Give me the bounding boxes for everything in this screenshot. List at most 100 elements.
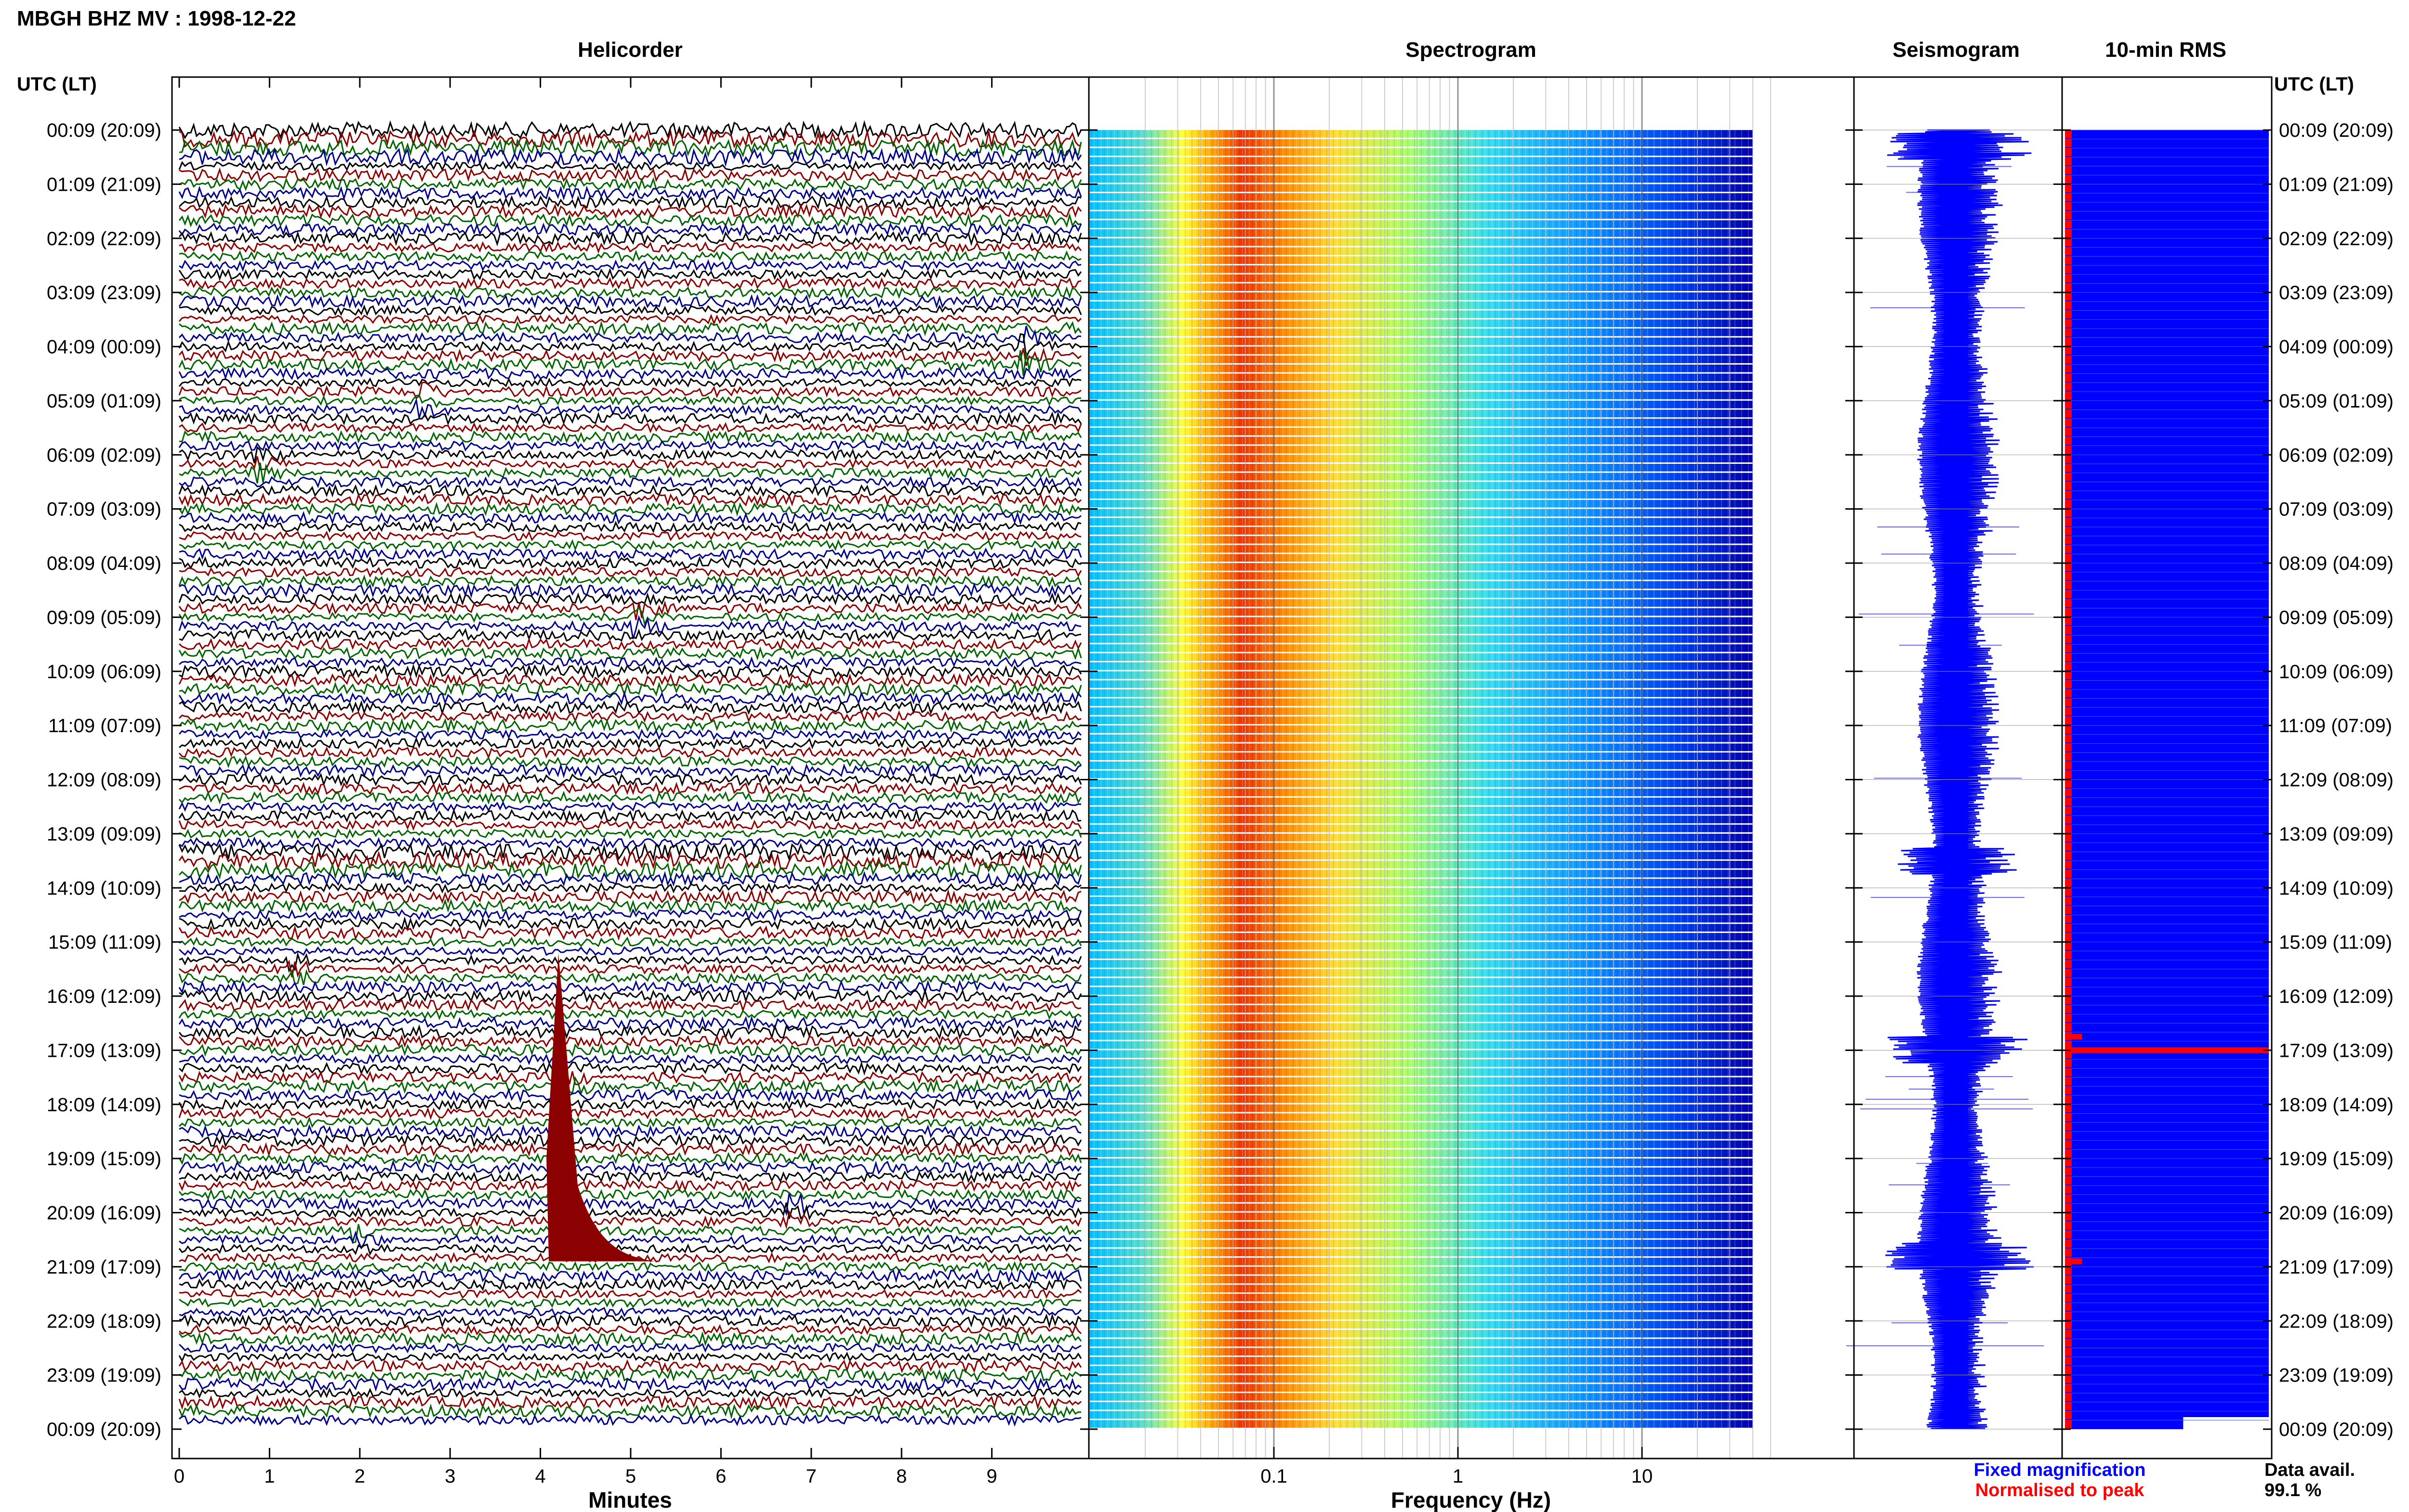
rms-normalised-bar <box>2065 400 2072 409</box>
time-tick-label-right: 14:09 (10:09) <box>2279 878 2394 899</box>
time-tick-label-left: 00:09 (20:09) <box>47 1419 161 1440</box>
rms-normalised-bar <box>2065 869 2072 878</box>
rms-normalised-bar <box>2065 698 2072 707</box>
rms-normalised-bar <box>2065 1140 2072 1149</box>
helicorder-trace <box>179 304 1082 316</box>
helicorder-trace <box>178 1179 1082 1193</box>
helicorder-xtick-label: 3 <box>445 1466 455 1487</box>
rms-normalised-bar <box>2065 536 2072 544</box>
helicorder-xtick-label: 6 <box>715 1466 726 1487</box>
helicorder-trace <box>179 1053 1082 1065</box>
rms-normalised-bar <box>2065 906 2072 914</box>
rms-normalised-bar <box>2065 825 2072 833</box>
spectrogram-panel <box>1088 76 1855 1459</box>
helicorder-trace <box>179 871 1082 887</box>
helicorder-trace <box>179 456 1082 471</box>
time-tick-label-right: 20:09 (16:09) <box>2279 1203 2394 1224</box>
rms-normalised-bar <box>2065 166 2072 174</box>
time-tick-label-right: 06:09 (02:09) <box>2279 445 2394 466</box>
time-tick-label-left: 00:09 (20:09) <box>47 120 161 141</box>
spectrogram-xlabel: Frequency (Hz) <box>1391 1487 1551 1512</box>
helicorder-trace <box>179 1387 1082 1399</box>
rms-normalised-bar <box>2065 1339 2072 1347</box>
helicorder-trace <box>179 286 1082 300</box>
rms-normalised-bar <box>2065 1086 2072 1095</box>
helicorder-trace <box>178 222 1082 237</box>
helicorder-trace <box>179 663 1082 680</box>
rms-normalised-bar <box>2065 1402 2072 1410</box>
rms-normalised-bar <box>2065 473 2072 481</box>
helicorder-xtick-label: 5 <box>625 1466 636 1487</box>
rms-normalised-bar <box>2065 1329 2072 1338</box>
helicorder-trace <box>179 828 1082 840</box>
rms-normalised-bar <box>2065 1014 2072 1023</box>
rms-normalised-bar <box>2065 337 2072 346</box>
rms-normalised-bar <box>2065 996 2072 1004</box>
helicorder-trace <box>179 1261 1082 1273</box>
rms-normalised-bar <box>2065 896 2072 905</box>
rms-normalised-bar <box>2065 861 2072 869</box>
rms-normalised-bar <box>2065 1266 2072 1275</box>
rms-normalised-bar <box>2065 1239 2072 1248</box>
helicorder-trace <box>178 818 1082 831</box>
helicorder-trace <box>178 637 1082 651</box>
helicorder-trace <box>179 521 1082 534</box>
helicorder-trace <box>179 960 1082 978</box>
helicorder-trace <box>178 1243 1082 1256</box>
rms-normalised-bar <box>2065 1393 2072 1401</box>
rms-normalised-bar <box>2065 581 2072 590</box>
rms-normalised-bar <box>2065 852 2072 860</box>
rms-normalised-bar <box>2065 1059 2072 1067</box>
rms-normalised-bar <box>2065 743 2072 752</box>
helicorder-trace <box>179 422 1082 434</box>
rms-normalised-bar <box>2065 752 2072 761</box>
helicorder-trace <box>179 889 1082 905</box>
helicorder-trace <box>179 781 1082 796</box>
rms-normalised-bar <box>2065 409 2072 418</box>
helicorder-trace <box>178 511 1082 526</box>
helicorder-xtick-label: 7 <box>806 1466 817 1487</box>
rms-normalised-bar <box>2065 301 2072 310</box>
rms-normalised-bar <box>2065 933 2072 941</box>
helicorder-trace <box>178 673 1082 688</box>
helicorder-xtick-label: 9 <box>986 1466 997 1487</box>
spectrogram-xtick-label: 10 <box>1631 1466 1653 1487</box>
rms-normalised-bar <box>2065 833 2072 842</box>
helicorder-trace <box>178 690 1082 706</box>
rms-fixed-bar-last <box>2065 1417 2184 1429</box>
rms-normalised-bar <box>2065 1230 2072 1239</box>
rms-normalised-bar <box>2065 924 2072 932</box>
rms-normalised-bar <box>2065 942 2072 950</box>
helicorder-trace <box>178 1116 1082 1129</box>
helicorder-trace <box>179 1306 1082 1318</box>
rms-normalised-bar <box>2065 1321 2072 1329</box>
rms-normalised-bar <box>2065 1302 2072 1311</box>
time-tick-label-left: 05:09 (01:09) <box>47 391 161 412</box>
rms-normalised-bar <box>2065 1348 2072 1356</box>
helicorder-trace <box>179 1202 1082 1221</box>
rms-normalised-bar <box>2065 265 2072 274</box>
time-tick-label-right: 22:09 (18:09) <box>2279 1311 2394 1332</box>
helicorder-trace <box>179 547 1082 561</box>
rms-normalised-bar <box>2065 202 2072 210</box>
time-tick-label-right: 15:09 (11:09) <box>2279 932 2392 953</box>
rms-normalised-bar <box>2065 130 2072 138</box>
rms-normalised-bar <box>2065 1411 2072 1420</box>
rms-normalised-bar <box>2065 455 2072 463</box>
helicorder-trace <box>178 717 1082 734</box>
time-tick-label-left: 08:09 (04:09) <box>47 553 161 574</box>
rms-normalised-bar <box>2065 373 2072 382</box>
helicorder-title: Helicorder <box>578 38 683 62</box>
helicorder-trace <box>178 1359 1082 1374</box>
helicorder-trace <box>178 1352 1082 1363</box>
time-tick-label-left: 10:09 (06:09) <box>47 661 161 683</box>
rms-normalised-bar <box>2065 653 2072 662</box>
helicorder-trace <box>178 377 1082 388</box>
helicorder-trace <box>179 177 1082 191</box>
rms-normalised-bar <box>2065 842 2072 851</box>
figure-title: MBGH BHZ MV : 1998-12-22 <box>17 7 296 30</box>
time-tick-label-right: 05:09 (01:09) <box>2279 391 2394 412</box>
time-tick-label-right: 00:09 (20:09) <box>2279 1419 2394 1440</box>
rms-normalised-bar <box>2065 184 2072 193</box>
rms-normalised-bar <box>2065 509 2072 517</box>
